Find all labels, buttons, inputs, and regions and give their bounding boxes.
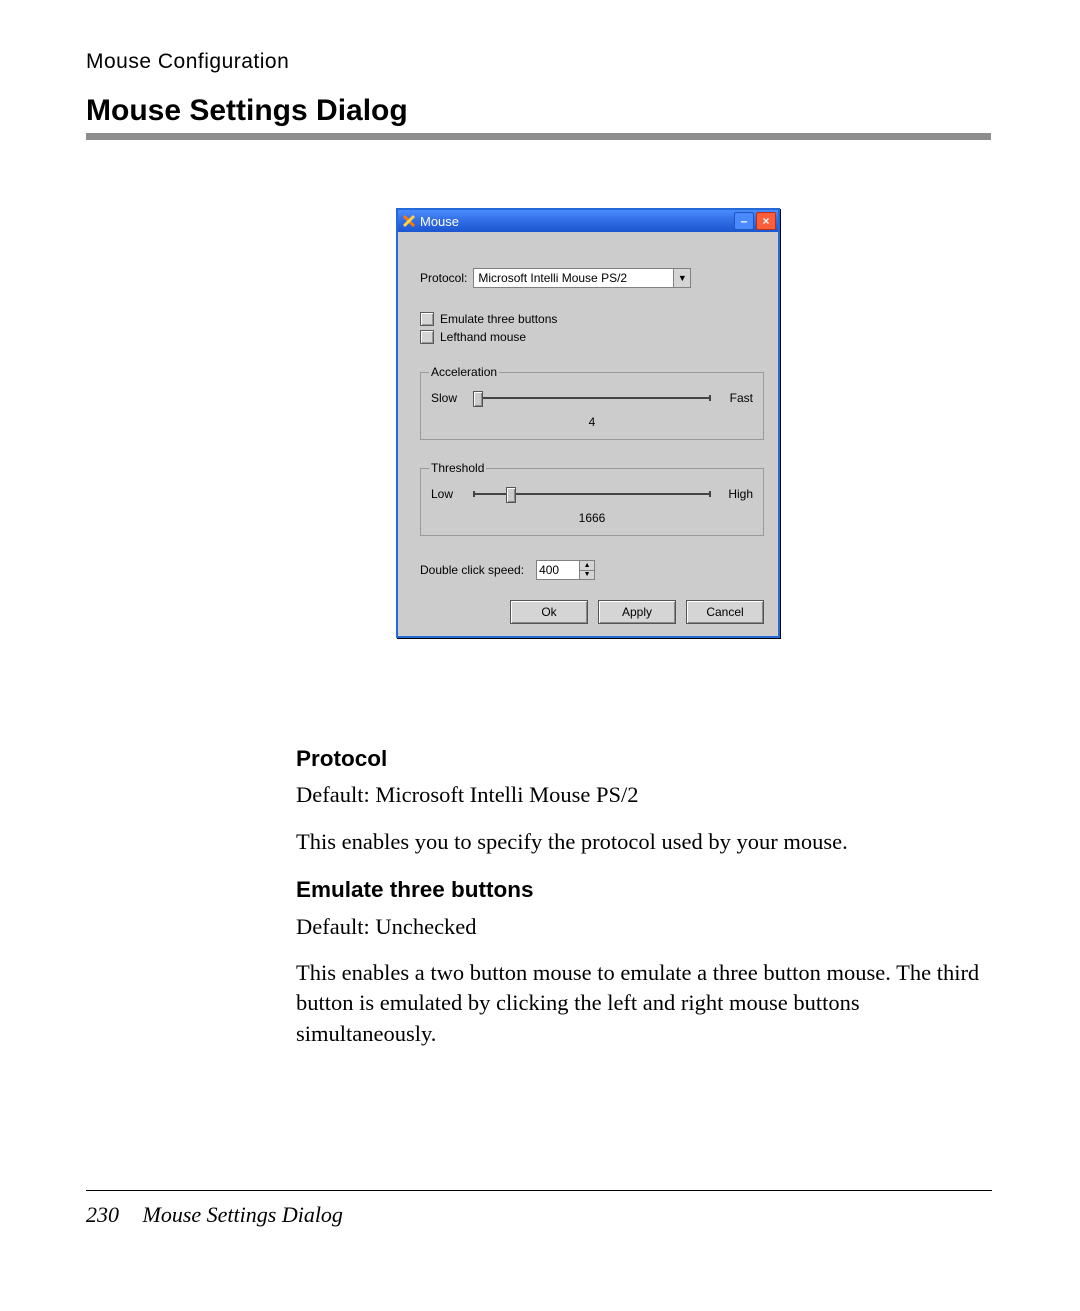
doc-body: Protocol Default: Microsoft Intelli Mous… <box>296 744 992 1065</box>
acceleration-fieldset: Acceleration Slow Fast 4 <box>420 372 764 440</box>
double-click-row: Double click speed: ▲ ▼ <box>420 560 764 580</box>
minimize-button[interactable]: – <box>734 212 754 230</box>
footer-title: Mouse Settings Dialog <box>143 1202 343 1227</box>
titlebar[interactable]: Mouse – × <box>398 210 778 232</box>
threshold-fieldset: Threshold Low High 1666 <box>420 468 764 536</box>
apply-button[interactable]: Apply <box>598 600 676 624</box>
accel-value: 4 <box>431 415 753 429</box>
breadcrumb: Mouse Configuration <box>86 50 289 74</box>
emulate-checkbox[interactable] <box>420 312 434 326</box>
accel-thumb[interactable] <box>473 391 483 407</box>
spin-down-icon[interactable]: ▼ <box>580 571 594 580</box>
protocol-default: Default: Microsoft Intelli Mouse PS/2 <box>296 780 992 810</box>
emulate-label: Emulate three buttons <box>440 312 557 326</box>
acceleration-slider[interactable] <box>473 391 711 405</box>
emulate-heading: Emulate three buttons <box>296 875 992 905</box>
chevron-down-icon[interactable]: ▼ <box>673 269 690 287</box>
emulate-default: Default: Unchecked <box>296 912 992 942</box>
page-title: Mouse Settings Dialog <box>86 94 408 128</box>
lefthand-row: Lefthand mouse <box>420 330 764 344</box>
page-number: 230 <box>86 1202 119 1227</box>
thresh-value: 1666 <box>431 511 753 525</box>
app-icon <box>402 214 416 228</box>
protocol-label: Protocol: <box>420 271 467 285</box>
ok-button[interactable]: Ok <box>510 600 588 624</box>
lefthand-checkbox[interactable] <box>420 330 434 344</box>
protocol-desc: This enables you to specify the protocol… <box>296 827 992 857</box>
emulate-row: Emulate three buttons <box>420 312 764 326</box>
section-rule <box>86 133 991 140</box>
close-button[interactable]: × <box>756 212 776 230</box>
dcs-label: Double click speed: <box>420 563 524 577</box>
threshold-legend: Threshold <box>429 461 486 475</box>
acceleration-slider-row: Slow Fast <box>431 391 753 405</box>
protocol-heading: Protocol <box>296 744 992 774</box>
dialog-buttons: Ok Apply Cancel <box>420 600 764 624</box>
acceleration-legend: Acceleration <box>429 365 499 379</box>
accel-fast-label: Fast <box>719 391 753 405</box>
cancel-button[interactable]: Cancel <box>686 600 764 624</box>
spin-up-icon[interactable]: ▲ <box>580 561 594 571</box>
dcs-spinner[interactable]: ▲ ▼ <box>536 560 595 580</box>
dialog-body: Protocol: Microsoft Intelli Mouse PS/2 ▼… <box>398 232 778 636</box>
footer: 230 Mouse Settings Dialog <box>86 1202 343 1228</box>
mouse-dialog: Mouse – × Protocol: Microsoft Intelli Mo… <box>396 208 780 638</box>
thresh-low-label: Low <box>431 487 465 501</box>
protocol-row: Protocol: Microsoft Intelli Mouse PS/2 ▼ <box>420 268 764 288</box>
dcs-input[interactable] <box>537 561 579 579</box>
threshold-slider[interactable] <box>473 487 711 501</box>
thresh-high-label: High <box>719 487 753 501</box>
thresh-thumb[interactable] <box>506 487 516 503</box>
emulate-desc: This enables a two button mouse to emula… <box>296 958 992 1049</box>
lefthand-label: Lefthand mouse <box>440 330 526 344</box>
accel-slow-label: Slow <box>431 391 465 405</box>
protocol-select[interactable]: Microsoft Intelli Mouse PS/2 ▼ <box>473 268 691 288</box>
footer-rule <box>86 1190 992 1191</box>
threshold-slider-row: Low High <box>431 487 753 501</box>
protocol-value: Microsoft Intelli Mouse PS/2 <box>478 271 627 285</box>
window-title: Mouse <box>420 214 734 229</box>
